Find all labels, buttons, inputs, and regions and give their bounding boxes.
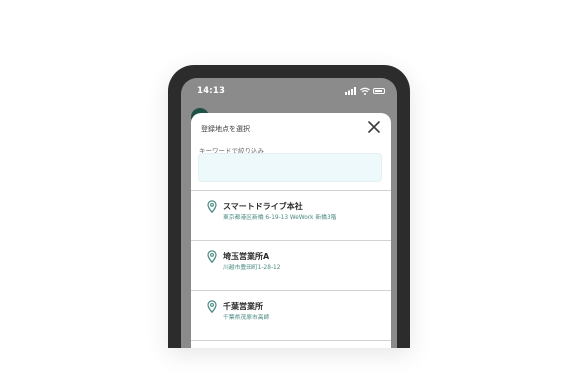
phone-screen: 14:13 登録地点を選択 キーワードで絞り込み スマートドライブ本社 東京都港…: [181, 78, 397, 348]
battery-icon: [373, 88, 385, 94]
status-icons: [345, 87, 385, 96]
location-pin-icon: [207, 200, 217, 213]
divider: [191, 340, 391, 341]
location-item-2[interactable]: 千葉営業所 千葉県茂原市高師: [191, 291, 391, 339]
location-item-0[interactable]: スマートドライブ本社 東京都港区新橋 6-19-13 WeWork 新橋3階: [191, 191, 391, 239]
location-name: 埼玉営業所A: [223, 252, 270, 261]
location-address: 千葉県茂原市高師: [223, 315, 270, 321]
location-name: 千葉営業所: [223, 302, 263, 311]
wifi-icon: [360, 87, 370, 95]
keyword-search-input[interactable]: [198, 153, 382, 182]
location-address: 東京都港区新橋 6-19-13 WeWork 新橋3階: [223, 215, 337, 221]
location-address: 川越市豊田町1-28-12: [223, 265, 281, 271]
location-picker-sheet: 登録地点を選択 キーワードで絞り込み スマートドライブ本社 東京都港区新橋 6-…: [191, 113, 391, 348]
location-pin-icon: [207, 300, 217, 313]
sheet-title: 登録地点を選択: [201, 125, 250, 133]
location-pin-icon: [207, 250, 217, 263]
location-item-1[interactable]: 埼玉営業所A 川越市豊田町1-28-12: [191, 241, 391, 289]
status-time: 14:13: [197, 86, 226, 96]
status-bar: 14:13: [181, 78, 397, 104]
close-icon[interactable]: [366, 119, 382, 135]
location-name: スマートドライブ本社: [223, 202, 303, 211]
signal-icon: [345, 87, 356, 95]
